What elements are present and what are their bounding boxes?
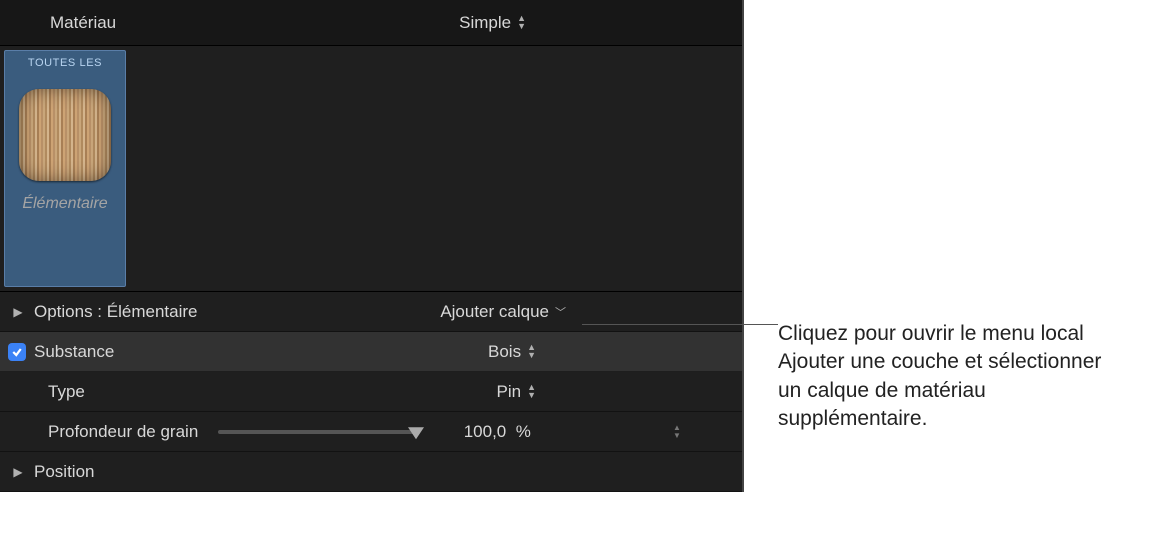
position-label: Position [34, 462, 94, 482]
options-label: Options : Élémentaire [34, 302, 197, 322]
substance-checkbox[interactable] [8, 343, 26, 361]
chevron-down-icon: ﹀ [555, 304, 566, 320]
type-label: Type [0, 382, 85, 402]
updown-icon: ▲▼ [527, 384, 536, 398]
mode-dropdown[interactable]: Simple ▲▼ [459, 13, 526, 33]
callout-annotation: Cliquez pour ouvrir le menu local Ajoute… [582, 320, 1118, 433]
callout-leader-line [582, 324, 778, 325]
position-row: ▶ Position [0, 452, 742, 492]
disclosure-triangle-icon[interactable]: ▶ [8, 305, 28, 319]
type-value: Pin [497, 382, 522, 402]
panel-title: Matériau [50, 13, 116, 33]
grain-depth-unit: % [516, 422, 531, 441]
material-swatch [19, 89, 111, 181]
material-thumbnail[interactable]: TOUTES LES Élémentaire [4, 50, 126, 287]
mode-value: Simple [459, 13, 511, 33]
callout-text: Cliquez pour ouvrir le menu local Ajoute… [778, 320, 1118, 433]
material-well: TOUTES LES Élémentaire [0, 46, 742, 292]
all-label: TOUTES LES [28, 57, 102, 69]
grain-depth-label: Profondeur de grain [0, 422, 198, 442]
add-layer-dropdown[interactable]: Ajouter calque ﹀ [440, 302, 566, 322]
substance-value: Bois [488, 342, 521, 362]
material-name: Élémentaire [22, 195, 107, 213]
updown-icon: ▲▼ [527, 344, 536, 358]
grain-depth-value-field[interactable]: 100,0 % [442, 422, 552, 442]
updown-icon: ▲▼ [517, 15, 526, 29]
panel-header: Matériau Simple ▲▼ [0, 0, 742, 46]
grain-depth-value: 100,0 [464, 422, 507, 441]
disclosure-triangle-icon[interactable]: ▶ [8, 465, 28, 479]
type-value-dropdown[interactable]: Pin ▲▼ [497, 382, 537, 402]
add-layer-label: Ajouter calque [440, 302, 549, 322]
grain-depth-slider[interactable] [218, 430, 418, 434]
slider-thumb-icon[interactable] [408, 427, 424, 439]
substance-label: Substance [34, 342, 114, 362]
substance-value-dropdown[interactable]: Bois ▲▼ [488, 342, 536, 362]
